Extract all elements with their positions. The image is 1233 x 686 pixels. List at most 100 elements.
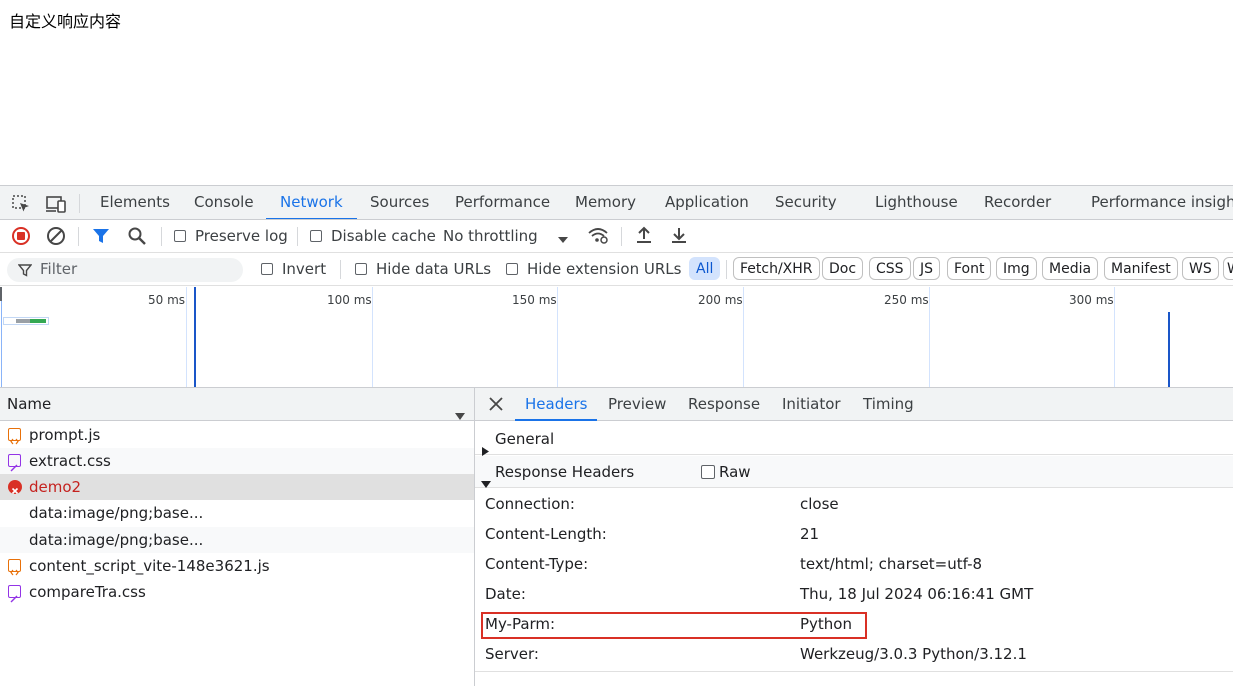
tab-initiator[interactable]: Initiator — [782, 388, 841, 421]
request-row[interactable]: data:image/png;base... — [0, 527, 474, 553]
type-filter-manifest[interactable]: Manifest — [1104, 257, 1178, 280]
filter-icon[interactable] — [92, 226, 110, 250]
tab-recorder[interactable]: Recorder — [984, 186, 1051, 219]
close-icon[interactable] — [489, 397, 503, 415]
header-value: 21 — [800, 525, 820, 543]
separator — [161, 227, 162, 246]
request-row[interactable]: extract.css — [0, 448, 474, 474]
overview-tick: 150 ms — [512, 293, 557, 307]
type-filter-all[interactable]: All — [689, 257, 721, 280]
tab-application[interactable]: Application — [665, 186, 749, 219]
export-har-icon[interactable] — [669, 225, 689, 249]
request-name: content_script_vite-148e3621.js — [29, 557, 270, 575]
hide-extension-urls-label: Hide extension URLs — [527, 260, 682, 278]
stop-recording-icon[interactable] — [11, 226, 31, 250]
header-name: Server: — [485, 645, 539, 663]
network-conditions-icon[interactable] — [587, 225, 609, 251]
overview-tick: 100 ms — [327, 293, 372, 307]
request-row[interactable]: content_script_vite-148e3621.js — [0, 553, 474, 579]
header-value: Werkzeug/3.0.3 Python/3.12.1 — [800, 645, 1027, 663]
header-value: text/html; charset=utf-8 — [800, 555, 983, 573]
chevron-down-icon[interactable] — [557, 231, 569, 249]
separator — [726, 260, 727, 279]
hide-data-urls-checkbox[interactable] — [355, 263, 367, 275]
device-toolbar-icon[interactable] — [45, 194, 67, 218]
type-filter-font[interactable]: Font — [947, 257, 992, 280]
type-filter-wasm[interactable]: W — [1223, 257, 1233, 280]
raw-checkbox[interactable] — [701, 465, 715, 479]
inspect-element-icon[interactable] — [11, 194, 31, 218]
script-file-icon — [8, 428, 21, 445]
load-marker — [1168, 312, 1170, 387]
header-row: Connection: close — [475, 489, 1233, 519]
tab-sources[interactable]: Sources — [370, 186, 429, 219]
separator — [297, 227, 298, 246]
tab-memory[interactable]: Memory — [575, 186, 636, 219]
filter-bar: Filter Invert Hide data URLs Hide extens… — [0, 253, 1233, 286]
page-body-text: 自定义响应内容 — [9, 12, 122, 31]
request-row[interactable]: data:image/png;base... — [0, 500, 474, 526]
hide-extension-urls-checkbox[interactable] — [506, 263, 518, 275]
type-filter-fetch-xhr[interactable]: Fetch/XHR — [733, 257, 820, 280]
tab-security[interactable]: Security — [775, 186, 837, 219]
tab-timing[interactable]: Timing — [863, 388, 914, 421]
network-overview[interactable]: 50 ms 100 ms 150 ms 200 ms 250 ms 300 ms — [0, 287, 1233, 388]
general-section-header[interactable]: General — [475, 423, 1233, 456]
tab-lighthouse[interactable]: Lighthouse — [875, 186, 958, 219]
clear-icon[interactable] — [46, 226, 66, 250]
separator — [79, 194, 80, 213]
tab-performance-insights[interactable]: Performance insight — [1091, 186, 1233, 219]
separator — [78, 227, 79, 246]
details-tabbar: Headers Preview Response Initiator Timin… — [475, 388, 1233, 421]
search-icon[interactable] — [127, 226, 147, 250]
request-row-selected[interactable]: demo2 — [0, 474, 474, 500]
tab-elements[interactable]: Elements — [100, 186, 170, 219]
overview-gridline — [743, 287, 744, 387]
disable-cache-label: Disable cache — [331, 227, 436, 245]
overview-handle[interactable] — [0, 287, 2, 301]
disable-cache-checkbox[interactable] — [310, 230, 322, 242]
header-name: Content-Type: — [485, 555, 589, 573]
tab-console[interactable]: Console — [194, 186, 254, 219]
raw-label: Raw — [719, 463, 751, 481]
error-icon — [8, 480, 22, 495]
filter-placeholder: Filter — [40, 260, 78, 278]
type-filter-doc[interactable]: Doc — [822, 257, 864, 280]
preserve-log-checkbox[interactable] — [174, 230, 186, 242]
type-filter-media[interactable]: Media — [1042, 257, 1099, 280]
tab-network[interactable]: Network — [266, 186, 357, 219]
type-filter-js[interactable]: JS — [913, 257, 941, 280]
overview-tick: 200 ms — [698, 293, 743, 307]
tab-performance[interactable]: Performance — [455, 186, 550, 219]
header-name: Content-Length: — [485, 525, 607, 543]
header-row: Content-Type: text/html; charset=utf-8 — [475, 549, 1233, 579]
import-har-icon[interactable] — [634, 225, 654, 249]
header-name: Date: — [485, 585, 526, 603]
request-name: data:image/png;base... — [29, 531, 204, 549]
tab-preview[interactable]: Preview — [608, 388, 666, 421]
request-name: prompt.js — [29, 426, 101, 444]
header-value: close — [800, 495, 839, 513]
name-column-header[interactable]: Name — [0, 388, 474, 421]
overview-gridline — [186, 287, 187, 387]
name-column-label: Name — [7, 395, 52, 413]
overview-gridline — [557, 287, 558, 387]
overview-tick: 50 ms — [148, 293, 186, 307]
invert-checkbox[interactable] — [261, 263, 273, 275]
hide-data-urls-label: Hide data URLs — [376, 260, 492, 278]
request-row[interactable]: prompt.js — [0, 422, 474, 448]
response-headers-section-header[interactable]: Response Headers Raw — [475, 456, 1233, 488]
header-name: Connection: — [485, 495, 575, 513]
general-label: General — [495, 430, 555, 448]
request-list: Name prompt.js extract.css demo2 data:im… — [0, 388, 475, 686]
request-row[interactable]: compareTra.css — [0, 579, 474, 605]
overview-tick: 250 ms — [884, 293, 929, 307]
overview-tick: 300 ms — [1069, 293, 1114, 307]
type-filter-img[interactable]: Img — [996, 257, 1037, 280]
type-filter-css[interactable]: CSS — [869, 257, 911, 280]
filter-input[interactable]: Filter — [7, 258, 243, 282]
throttling-select[interactable]: No throttling — [443, 227, 538, 245]
tab-headers[interactable]: Headers — [515, 388, 598, 421]
tab-response[interactable]: Response — [688, 388, 760, 421]
type-filter-ws[interactable]: WS — [1182, 257, 1219, 280]
